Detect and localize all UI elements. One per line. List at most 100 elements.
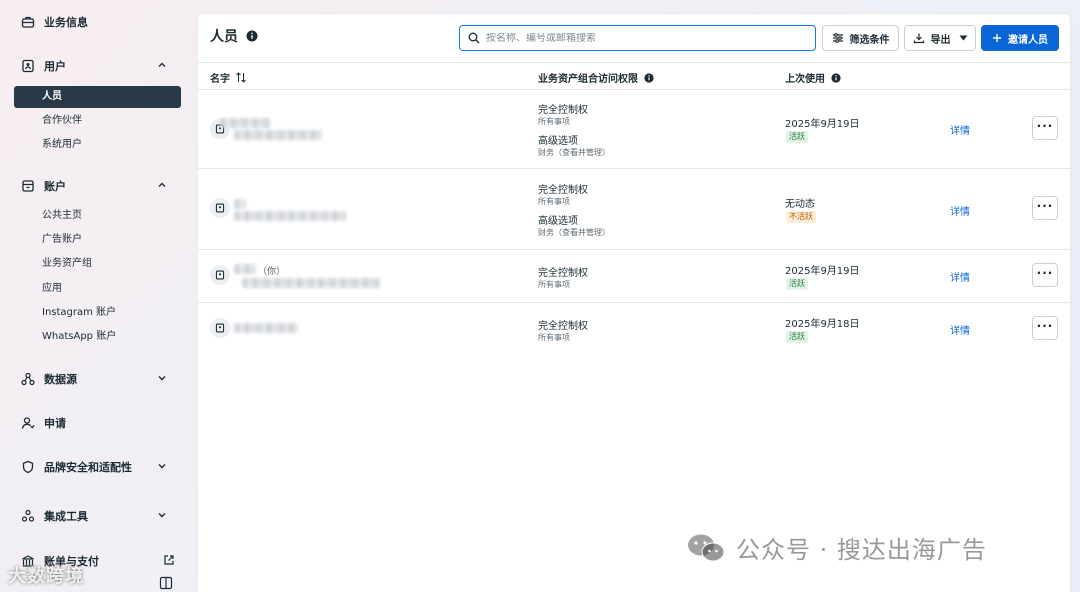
status-badge: 不活跃 bbox=[786, 211, 816, 223]
sidebar-item-people[interactable]: 人员 bbox=[14, 86, 181, 108]
nav-users[interactable]: 用户 bbox=[14, 54, 184, 78]
filter-button-label: 筛选条件 bbox=[849, 34, 890, 46]
search-input[interactable] bbox=[486, 32, 806, 44]
search-box[interactable] bbox=[459, 25, 816, 51]
storefront-icon bbox=[20, 178, 36, 194]
more-icon: ··· bbox=[1036, 319, 1054, 333]
sidebar-item-instagram[interactable]: Instagram 账户 bbox=[14, 302, 181, 324]
id-badge-icon bbox=[215, 270, 225, 280]
permission-title: 完全控制权 bbox=[538, 321, 588, 332]
redacted-name bbox=[234, 264, 256, 274]
nav-business-info[interactable]: 业务信息 bbox=[14, 10, 184, 34]
info-icon[interactable] bbox=[246, 30, 258, 42]
nav-accounts[interactable]: 账户 bbox=[14, 174, 184, 198]
sidebar-item-system-users[interactable]: 系统用户 bbox=[14, 134, 181, 156]
permission-title: 完全控制权 bbox=[538, 105, 588, 116]
more-icon: ··· bbox=[1036, 119, 1054, 133]
redacted-email bbox=[234, 130, 322, 140]
chevron-up-icon[interactable] bbox=[156, 59, 168, 71]
permission-subtitle: 所有事项 bbox=[538, 197, 570, 206]
nav-integrations-label: 集成工具 bbox=[44, 510, 88, 523]
status-badge: 活跃 bbox=[786, 278, 808, 290]
sidebar-item-apps[interactable]: 应用 bbox=[14, 278, 181, 300]
column-access-label: 业务资产组合访问权限 bbox=[538, 74, 638, 85]
sidebar-item-pages[interactable]: 公共主页 bbox=[14, 205, 181, 227]
status-badge: 活跃 bbox=[786, 131, 808, 143]
export-button[interactable]: 导出 bbox=[904, 25, 976, 51]
status-badge: 活跃 bbox=[786, 331, 808, 343]
nav-brand-safety[interactable]: 品牌安全和适配性 bbox=[14, 455, 184, 479]
watermark-right: 公众号 · 搜达出海广告 bbox=[686, 530, 987, 565]
table-row[interactable]: （你） 完全控制权 所有事项 2025年9月19日 活跃 详情 ··· bbox=[198, 250, 1070, 303]
nav-brand-safety-label: 品牌安全和适配性 bbox=[44, 461, 132, 474]
nav-accounts-label: 账户 bbox=[44, 180, 66, 193]
person-icon bbox=[20, 415, 36, 431]
invite-people-button[interactable]: 邀请人员 bbox=[981, 25, 1059, 51]
nav-users-label: 用户 bbox=[44, 60, 66, 73]
filter-button[interactable]: 筛选条件 bbox=[822, 25, 899, 51]
you-marker: （你） bbox=[258, 267, 286, 277]
permission-subtitle: 所有事项 bbox=[538, 333, 570, 342]
sidebar-item-asset-groups[interactable]: 业务资产组 bbox=[14, 253, 181, 275]
nav-data-sources-label: 数据源 bbox=[44, 373, 77, 386]
permission-title: 高级选项 bbox=[538, 136, 578, 147]
more-options-button[interactable]: ··· bbox=[1032, 196, 1058, 220]
permission-title: 完全控制权 bbox=[538, 268, 588, 279]
table-row[interactable]: 完全控制权 所有事项 高级选项 财务（查看并管理） 2025年9月19日 活跃 … bbox=[198, 90, 1070, 169]
chevron-down-icon[interactable] bbox=[156, 509, 168, 521]
sidebar-item-whatsapp[interactable]: WhatsApp 账户 bbox=[14, 326, 181, 348]
permission-subtitle: 财务（查看并管理） bbox=[538, 148, 610, 157]
info-icon[interactable] bbox=[831, 72, 841, 83]
redacted-email bbox=[242, 278, 380, 288]
detail-link[interactable]: 详情 bbox=[950, 322, 970, 337]
page-title-text: 人员 bbox=[210, 29, 238, 45]
chevron-down-icon[interactable] bbox=[156, 460, 168, 472]
sidebar-toggle-icon[interactable] bbox=[159, 576, 173, 590]
chevron-down-icon[interactable] bbox=[156, 372, 168, 384]
sidebar-item-partners[interactable]: 合作伙伴 bbox=[14, 110, 181, 132]
detail-link[interactable]: 详情 bbox=[950, 203, 970, 218]
watermark-right-text: 公众号 · 搜达出海广告 bbox=[736, 536, 987, 564]
info-icon[interactable] bbox=[644, 72, 654, 83]
nav-data-sources[interactable]: 数据源 bbox=[14, 367, 184, 391]
id-badge-icon bbox=[215, 203, 225, 213]
sort-icon[interactable] bbox=[235, 72, 247, 83]
briefcase-icon bbox=[20, 14, 36, 30]
nav-integrations[interactable]: 集成工具 bbox=[14, 504, 184, 528]
avatar bbox=[210, 198, 230, 218]
column-name[interactable]: 名字 bbox=[210, 70, 247, 85]
more-icon: ··· bbox=[1036, 199, 1054, 213]
permission-subtitle: 所有事项 bbox=[538, 280, 570, 289]
chevron-up-icon[interactable] bbox=[156, 179, 168, 191]
caret-down-icon bbox=[959, 35, 967, 41]
last-used-date: 2025年9月19日 bbox=[785, 266, 860, 277]
column-access: 业务资产组合访问权限 bbox=[538, 70, 654, 85]
wechat-icon bbox=[686, 533, 726, 563]
redacted-email bbox=[234, 211, 346, 221]
sidebar-item-ad-accounts[interactable]: 广告账户 bbox=[14, 229, 181, 251]
more-options-button[interactable]: ··· bbox=[1032, 116, 1058, 140]
avatar bbox=[210, 265, 230, 285]
redacted-name bbox=[234, 323, 298, 333]
integration-icon bbox=[20, 508, 36, 524]
last-used-date: 2025年9月18日 bbox=[785, 319, 860, 330]
permission-subtitle: 财务（查看并管理） bbox=[538, 228, 610, 237]
table-row[interactable]: 完全控制权 所有事项 2025年9月18日 活跃 详情 ··· bbox=[198, 303, 1070, 356]
nav-requests[interactable]: 申请 bbox=[14, 411, 184, 435]
detail-link[interactable]: 详情 bbox=[950, 122, 970, 137]
permission-title: 高级选项 bbox=[538, 216, 578, 227]
permission-subtitle: 所有事项 bbox=[538, 117, 570, 126]
more-options-button[interactable]: ··· bbox=[1032, 263, 1058, 287]
detail-link[interactable]: 详情 bbox=[950, 269, 970, 284]
column-last-used-label: 上次使用 bbox=[785, 74, 825, 85]
table-header: 名字 业务资产组合访问权限 上次使用 bbox=[198, 62, 1070, 90]
column-last-used: 上次使用 bbox=[785, 70, 841, 85]
more-options-button[interactable]: ··· bbox=[1032, 316, 1058, 340]
permission-title: 完全控制权 bbox=[538, 185, 588, 196]
table-row[interactable]: 完全控制权 所有事项 高级选项 财务（查看并管理） 无动态 不活跃 详情 ··· bbox=[198, 169, 1070, 250]
avatar bbox=[210, 318, 230, 338]
filter-icon bbox=[832, 32, 844, 44]
watermark-left: 大数跨境 bbox=[8, 566, 84, 587]
external-link-icon[interactable] bbox=[163, 554, 175, 566]
nav-requests-label: 申请 bbox=[44, 417, 66, 430]
